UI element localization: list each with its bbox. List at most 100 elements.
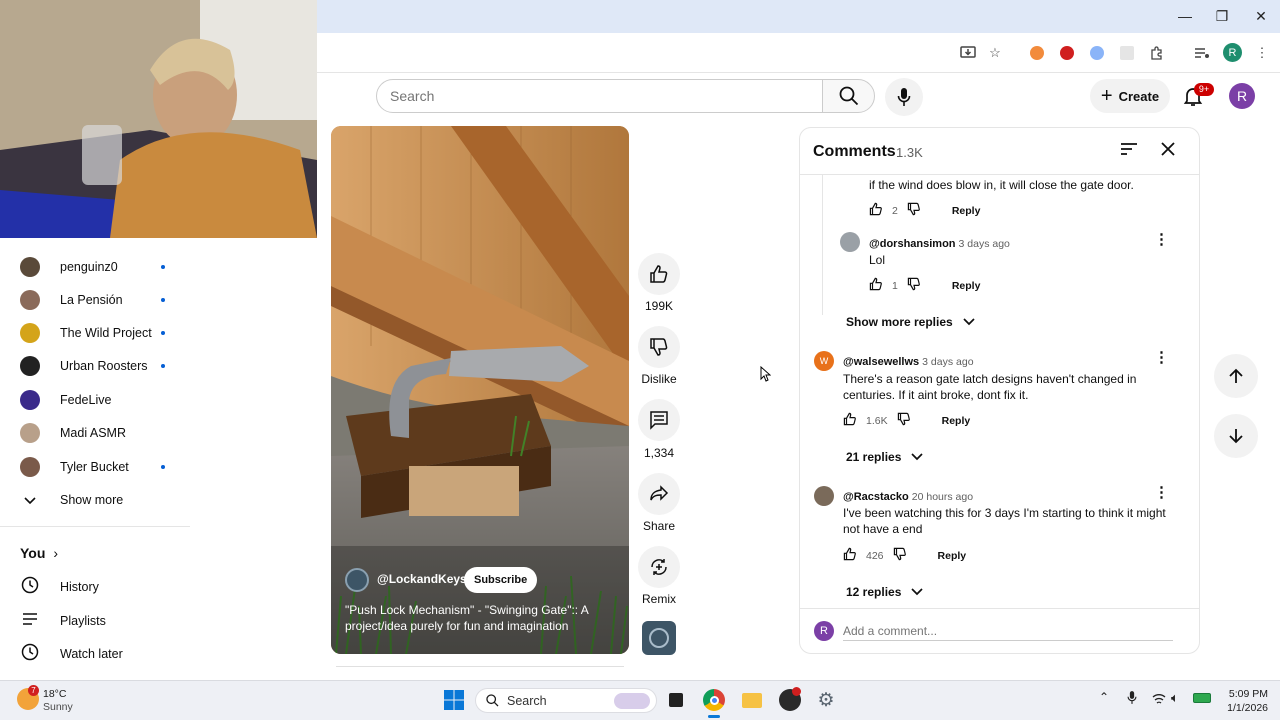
add-comment-input[interactable]: [843, 621, 1173, 641]
playlists-icon: [20, 612, 40, 630]
subscription-item[interactable]: The Wild Project: [20, 322, 180, 344]
subscription-item[interactable]: Urban Roosters: [20, 355, 180, 377]
task-view-icon[interactable]: [665, 689, 687, 711]
nav-item-watch-later[interactable]: Watch later: [20, 643, 123, 665]
sound-thumbnail[interactable]: [642, 621, 676, 655]
remix-button[interactable]: [638, 546, 680, 588]
bookmark-star-icon[interactable]: ☆: [986, 44, 1004, 62]
extension-icon[interactable]: [1088, 44, 1106, 62]
commenter-handle[interactable]: @walsewellws: [843, 356, 919, 368]
comment-actions: 1 Reply: [869, 277, 980, 294]
subscribe-button[interactable]: Subscribe: [464, 567, 538, 593]
commenter-handle[interactable]: @dorshansimon: [869, 238, 956, 250]
user-avatar: R: [814, 621, 834, 641]
subscription-item[interactable]: FedeLive: [20, 389, 180, 411]
nav-item-history[interactable]: History: [20, 576, 99, 598]
new-content-dot: [161, 265, 165, 269]
subscription-item[interactable]: La Pensión: [20, 289, 180, 311]
channel-name: The Wild Project: [60, 326, 152, 340]
reply-button[interactable]: Reply: [942, 415, 971, 427]
thumbs-up-icon[interactable]: [843, 547, 857, 564]
previous-video-button[interactable]: [1214, 354, 1258, 398]
comment-menu-icon[interactable]: ⋮: [1154, 485, 1169, 500]
taskbar-search[interactable]: Search: [475, 688, 657, 713]
comments-button[interactable]: [638, 399, 680, 441]
sort-comments-button[interactable]: [1120, 142, 1140, 162]
file-explorer-icon[interactable]: [741, 689, 763, 711]
wifi-icon[interactable]: [1152, 692, 1166, 710]
thumbs-down-icon[interactable]: [897, 412, 911, 429]
settings-icon[interactable]: ⚙: [815, 689, 837, 711]
sort-icon: [1121, 143, 1137, 155]
like-button[interactable]: [638, 253, 680, 295]
reply-button[interactable]: Reply: [938, 550, 967, 562]
close-window-button[interactable]: ✕: [1249, 6, 1273, 26]
volume-icon[interactable]: 🔈︎: [1171, 690, 1179, 706]
search-input[interactable]: [376, 79, 823, 113]
account-avatar[interactable]: R: [1229, 83, 1255, 109]
subscription-item[interactable]: Tyler Bucket: [20, 456, 180, 478]
app-badge: [792, 687, 801, 696]
channel-handle[interactable]: @LockandKeys: [377, 572, 467, 586]
create-button[interactable]: + Create: [1090, 79, 1170, 113]
chevron-up-icon[interactable]: ⌃: [1099, 690, 1109, 704]
search-icon: [839, 86, 858, 106]
footer-divider: [800, 608, 1199, 609]
show-more-replies-button[interactable]: Show more replies: [846, 315, 975, 329]
thumbs-down-icon[interactable]: [907, 277, 921, 294]
browser-profile-avatar[interactable]: R: [1223, 43, 1242, 62]
reply-button[interactable]: Reply: [952, 205, 981, 217]
subscription-item[interactable]: Madi ASMR: [20, 422, 180, 444]
close-comments-button[interactable]: [1160, 141, 1180, 161]
commenter-avatar[interactable]: [814, 486, 834, 506]
reply-button[interactable]: Reply: [952, 280, 981, 292]
thumbs-up-icon[interactable]: [869, 277, 883, 294]
you-section-header[interactable]: You ›: [20, 542, 58, 564]
windows-start-icon[interactable]: [443, 689, 465, 711]
view-replies-button[interactable]: 21 replies: [846, 450, 923, 464]
video-title[interactable]: "Push Lock Mechanism" - "Swinging Gate":…: [345, 602, 595, 634]
chrome-icon[interactable]: [703, 689, 725, 711]
subscription-item[interactable]: penguinz0: [20, 256, 180, 278]
extension-icon[interactable]: [1118, 44, 1136, 62]
watch-later-icon: [20, 643, 40, 665]
comment-menu-icon[interactable]: ⋮: [1154, 350, 1169, 365]
clock-time[interactable]: 5:09 PM: [1222, 688, 1268, 700]
channel-name: Tyler Bucket: [60, 460, 129, 474]
minimize-button[interactable]: —: [1173, 6, 1197, 26]
nav-item-playlists[interactable]: Playlists: [20, 610, 106, 632]
dislike-button[interactable]: [638, 326, 680, 368]
view-replies-button[interactable]: 12 replies: [846, 585, 923, 599]
browser-menu-icon[interactable]: ⋮: [1253, 44, 1271, 62]
extensions-puzzle-icon[interactable]: [1148, 44, 1166, 62]
install-app-icon[interactable]: [959, 44, 977, 62]
comments-panel: Comments 1.3K if the wind does blow in, …: [799, 127, 1200, 654]
thumbs-down-icon[interactable]: [907, 202, 921, 219]
clock-date[interactable]: 1/1/2026: [1218, 702, 1268, 714]
microphone-icon[interactable]: [1127, 690, 1137, 710]
comment-actions: 2 Reply: [869, 202, 980, 219]
weather-desc[interactable]: Sunny: [43, 701, 73, 713]
next-video-button[interactable]: [1214, 414, 1258, 458]
thumbs-up-icon[interactable]: [843, 412, 857, 429]
weather-temp[interactable]: 18°C: [43, 688, 66, 700]
search-button[interactable]: [822, 79, 875, 113]
thumbs-up-icon[interactable]: [869, 202, 883, 219]
shorts-video-player[interactable]: @LockandKeys Subscribe "Push Lock Mechan…: [331, 126, 629, 654]
maximize-button[interactable]: ❐: [1210, 6, 1234, 26]
battery-icon[interactable]: [1193, 693, 1211, 703]
channel-avatar[interactable]: [345, 568, 369, 592]
comments-title: Comments: [813, 143, 896, 160]
show-more-button[interactable]: Show more: [20, 489, 123, 511]
media-control-icon[interactable]: [1193, 44, 1211, 62]
share-button[interactable]: [638, 473, 680, 515]
commenter-avatar[interactable]: W: [814, 351, 834, 371]
commenter-avatar[interactable]: [840, 232, 860, 252]
comment-menu-icon[interactable]: ⋮: [1154, 232, 1169, 247]
thumbs-down-icon[interactable]: [893, 547, 907, 564]
voice-search-button[interactable]: [885, 78, 923, 116]
commenter-handle[interactable]: @Racstacko: [843, 491, 909, 503]
extension-icon[interactable]: [1058, 44, 1076, 62]
notifications-button[interactable]: 9+: [1181, 83, 1214, 110]
extension-icon[interactable]: [1028, 44, 1046, 62]
